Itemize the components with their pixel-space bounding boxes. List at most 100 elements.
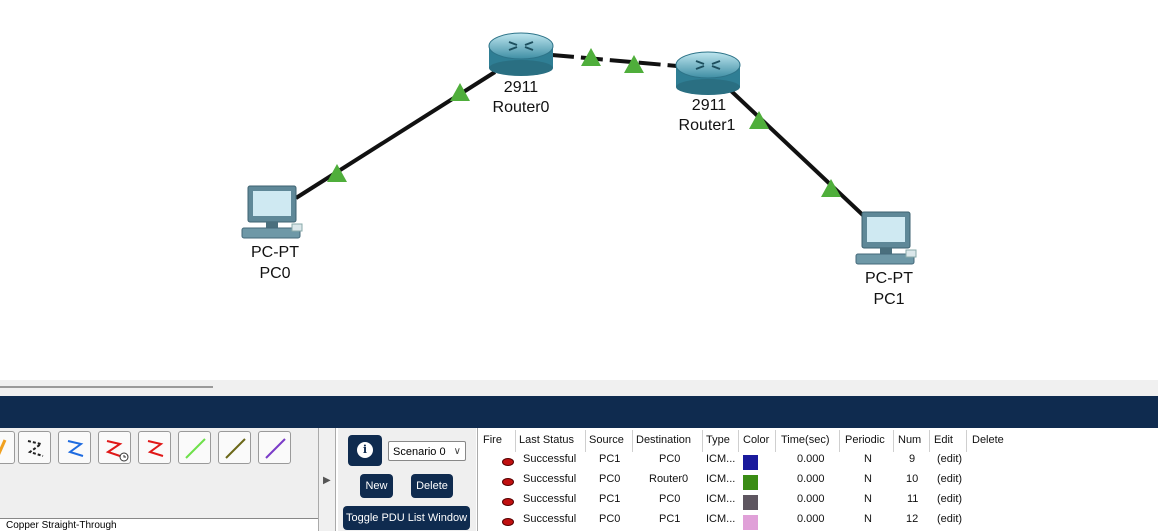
pdu-list-table: Fire Last Status Source Destination Type…	[477, 428, 1158, 531]
column-separator	[966, 430, 967, 452]
pdu-type: ICM...	[706, 513, 736, 525]
pdu-edit-link[interactable]: (edit)	[937, 473, 962, 485]
header-source: Source	[589, 434, 624, 446]
pdu-destination: Router0	[649, 473, 689, 485]
column-separator	[632, 430, 633, 452]
pdu-source: PC0	[599, 513, 621, 525]
fire-pdu-icon[interactable]	[502, 518, 514, 526]
bottom-toolbar-bar	[0, 396, 1158, 428]
header-periodic: Periodic	[845, 434, 885, 446]
pdu-edit-link[interactable]: (edit)	[937, 453, 962, 465]
pdu-destination: PC0	[659, 493, 681, 505]
serial-dce-clock-icon[interactable]	[98, 431, 131, 464]
router0-icon[interactable]	[487, 30, 555, 76]
header-edit: Edit	[934, 434, 953, 446]
chevron-down-icon: ∨	[453, 446, 461, 457]
column-separator	[738, 430, 739, 452]
pdu-periodic: N	[864, 513, 872, 525]
new-scenario-button[interactable]: New	[360, 474, 393, 498]
pc1-name-label[interactable]: PC1	[846, 290, 932, 309]
pc0-name-label[interactable]: PC0	[232, 264, 318, 283]
pdu-color-swatch	[743, 495, 758, 510]
link-up-indicator-icon	[749, 111, 769, 129]
header-destination: Destination	[636, 434, 692, 446]
scenario-info-button[interactable]: i	[348, 435, 382, 466]
router1-name-label[interactable]: Router1	[664, 116, 750, 135]
column-separator	[893, 430, 894, 452]
pc0-model-label: PC-PT	[251, 244, 299, 261]
column-separator	[929, 430, 930, 452]
console-icon[interactable]	[18, 431, 51, 464]
pdu-edit-link[interactable]: (edit)	[937, 513, 962, 525]
pdu-last-status: Successful	[523, 493, 577, 505]
link-up-indicator-icon	[821, 179, 841, 197]
pdu-edit-link[interactable]: (edit)	[937, 493, 962, 505]
pdu-last-status: Successful	[523, 453, 577, 465]
header-time: Time(sec)	[781, 434, 830, 446]
header-delete: Delete	[972, 434, 1004, 446]
pdu-num: 11	[907, 493, 919, 505]
copper-straight-icon[interactable]	[58, 431, 91, 464]
pdu-periodic: N	[864, 493, 872, 505]
link-router0-router1[interactable]	[551, 53, 678, 68]
pdu-num: 12	[906, 513, 919, 525]
pdu-type: ICM...	[706, 493, 736, 505]
column-separator	[702, 430, 703, 452]
header-num: Num	[898, 434, 922, 446]
pdu-time: 0.000	[797, 453, 825, 465]
header-last-status: Last Status	[519, 434, 575, 446]
horizontal-scrollbar[interactable]	[0, 386, 213, 388]
info-icon: i	[357, 442, 373, 458]
fire-pdu-icon[interactable]	[502, 458, 514, 466]
fire-pdu-icon[interactable]	[502, 478, 514, 486]
router0-model-label: 2911	[503, 79, 539, 96]
router0-name-label[interactable]: Router0	[478, 98, 564, 117]
connections-panel: Copper Straight-Through	[0, 428, 318, 531]
pdu-destination: PC0	[659, 453, 681, 465]
scenario-select-value: Scenario 0	[393, 446, 446, 458]
pdu-color-swatch	[743, 475, 758, 490]
pc1-icon[interactable]	[854, 210, 920, 268]
pdu-source: PC0	[599, 473, 621, 485]
auto-connection-icon[interactable]	[0, 431, 15, 464]
link-pc0-router0[interactable]	[294, 70, 497, 200]
header-fire: Fire	[483, 434, 502, 446]
router1-model-label: 2911	[691, 97, 727, 114]
phone-cable-icon[interactable]	[218, 431, 251, 464]
pc0-icon[interactable]	[240, 184, 306, 242]
column-separator	[515, 430, 516, 452]
toggle-pdu-list-button[interactable]: Toggle PDU List Window	[343, 506, 470, 530]
coaxial-icon[interactable]	[258, 431, 291, 464]
fire-pdu-icon[interactable]	[502, 498, 514, 506]
header-type: Type	[706, 434, 730, 446]
fiber-icon[interactable]	[178, 431, 211, 464]
pdu-num: 10	[906, 473, 919, 485]
pdu-type: ICM...	[706, 453, 736, 465]
topology-links	[294, 48, 868, 220]
connection-type-status: Copper Straight-Through	[0, 518, 318, 531]
pdu-time: 0.000	[797, 493, 825, 505]
logical-workspace[interactable]: 2911 Router0 2911 Router1 PC-PT PC0 PC-P…	[0, 0, 1158, 380]
serial-dte-icon[interactable]	[138, 431, 171, 464]
bottom-panel: Copper Straight-Through ▶ i Scenario 0 ∨…	[0, 428, 1158, 531]
pdu-type: ICM...	[706, 473, 736, 485]
pdu-time: 0.000	[797, 513, 825, 525]
pdu-color-swatch	[743, 515, 758, 530]
header-color: Color	[743, 434, 770, 446]
router1-icon[interactable]	[674, 49, 742, 95]
pc1-model-label: PC-PT	[865, 270, 913, 287]
pdu-color-swatch	[743, 455, 758, 470]
scenario-select[interactable]: Scenario 0 ∨	[388, 441, 466, 461]
pdu-time: 0.000	[797, 473, 825, 485]
pdu-last-status: Successful	[523, 513, 577, 525]
delete-scenario-button[interactable]: Delete	[411, 474, 453, 498]
pdu-num: 9	[909, 453, 916, 465]
pdu-destination: PC1	[659, 513, 681, 525]
column-separator	[585, 430, 586, 452]
pdu-periodic: N	[864, 473, 872, 485]
workspace-splitter[interactable]	[0, 380, 1158, 396]
panel-divider[interactable]: ▶	[318, 428, 336, 531]
column-separator	[839, 430, 840, 452]
expand-arrow-icon[interactable]: ▶	[323, 475, 331, 486]
pdu-source: PC1	[599, 493, 621, 505]
